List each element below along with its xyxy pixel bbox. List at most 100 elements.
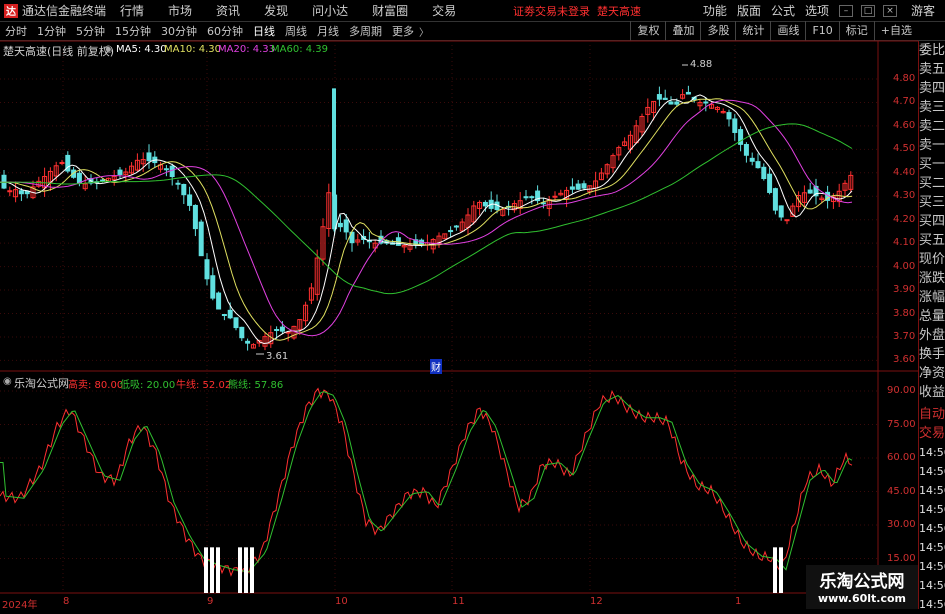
candle-body bbox=[332, 88, 336, 197]
price-tick-label: 4.40 bbox=[893, 166, 916, 178]
buy-signal-bar bbox=[250, 547, 254, 593]
candle-body bbox=[523, 196, 529, 199]
candle-body bbox=[227, 309, 233, 319]
candle-body bbox=[749, 157, 755, 162]
candle-body bbox=[192, 204, 198, 230]
candle-body bbox=[210, 275, 216, 299]
indicator-toggle-icon[interactable]: ◉ bbox=[3, 376, 12, 387]
candle-body bbox=[146, 152, 152, 162]
price-tick-label: 3.90 bbox=[893, 284, 916, 296]
candle-body bbox=[772, 188, 778, 211]
date-axis-label: 12 bbox=[590, 596, 603, 607]
candle-body bbox=[274, 329, 280, 332]
candle-body bbox=[453, 225, 459, 228]
candle-body bbox=[169, 165, 175, 178]
chart-title: 楚天高速(日线 前复权) bbox=[3, 45, 115, 58]
quote-field-label: 买四 bbox=[919, 214, 945, 229]
finance-marker[interactable]: 财 bbox=[430, 359, 442, 374]
buy-signal-bar bbox=[773, 547, 777, 593]
candle-body bbox=[784, 219, 790, 222]
indicator-label-buy: 低吸: 20.00 bbox=[120, 380, 176, 391]
candle-body bbox=[581, 183, 587, 189]
tick-time-label: 14:56 bbox=[919, 598, 945, 611]
quote-field-label: 卖一 bbox=[919, 138, 945, 153]
candle-body bbox=[575, 183, 581, 190]
candle-body bbox=[482, 201, 488, 207]
ma20-label: MA20: 4.33 bbox=[218, 44, 276, 55]
candle-body bbox=[245, 340, 251, 344]
buy-signal-bar bbox=[216, 547, 220, 593]
candle-body bbox=[18, 190, 24, 195]
bear-line bbox=[0, 391, 853, 573]
indicator-tick-label: 45.00 bbox=[887, 485, 916, 497]
ma5-label: MA5: 4.30 bbox=[116, 44, 167, 55]
quote-field-label: 收益 bbox=[919, 385, 945, 400]
price-tick-label: 4.20 bbox=[893, 213, 916, 225]
tick-time-label: 14:56 bbox=[919, 446, 945, 459]
quote-field-label: 卖四 bbox=[919, 81, 945, 96]
auto-trade-label[interactable]: 自动 bbox=[919, 405, 945, 424]
quote-field-label: 买二 bbox=[919, 176, 945, 191]
date-axis-label: 8 bbox=[63, 596, 70, 607]
candle-body bbox=[7, 190, 13, 193]
quote-field-label: 净资 bbox=[919, 366, 945, 381]
bull-line bbox=[0, 387, 853, 579]
candle-body bbox=[807, 189, 813, 194]
candle-body bbox=[100, 179, 106, 182]
quote-field-label: 换手 bbox=[919, 347, 945, 362]
candle-body bbox=[175, 182, 181, 185]
quote-field-label: 涨幅 bbox=[919, 290, 945, 305]
price-tick-label: 3.60 bbox=[893, 354, 916, 366]
quote-field-label: 买五 bbox=[919, 233, 945, 248]
candle-body bbox=[216, 292, 222, 310]
candle-body bbox=[732, 118, 738, 133]
tick-time-label: 14:56 bbox=[919, 541, 945, 554]
ma10-label: MA10: 4.30 bbox=[164, 44, 222, 55]
candle-body bbox=[239, 326, 245, 339]
candle-body bbox=[685, 91, 691, 95]
price-tick-label: 3.80 bbox=[893, 307, 916, 319]
ma-toggle-icon[interactable]: ◉ bbox=[104, 44, 113, 55]
price-tick-label: 3.70 bbox=[893, 330, 916, 342]
tick-time-label: 14:56 bbox=[919, 503, 945, 516]
indicator-label-sell: 高卖: 80.00 bbox=[68, 380, 124, 391]
candle-body bbox=[337, 222, 343, 228]
candle-body bbox=[743, 143, 749, 156]
auto-trade-label[interactable]: 交易 bbox=[919, 424, 945, 443]
date-axis-label: 1 bbox=[735, 596, 742, 607]
indicator-tick-label: 75.00 bbox=[887, 418, 916, 430]
candle-body bbox=[703, 101, 709, 104]
candle-body bbox=[198, 221, 204, 257]
candle-body bbox=[343, 219, 349, 233]
candle-body bbox=[163, 168, 169, 171]
price-tick-label: 4.60 bbox=[893, 119, 916, 131]
candle-body bbox=[529, 196, 535, 199]
watermark-logo: 乐淘公式网 www.60lt.com bbox=[806, 565, 918, 609]
watermark-url: www.60lt.com bbox=[817, 592, 907, 605]
candle-body bbox=[662, 97, 668, 100]
kline-chart[interactable] bbox=[0, 0, 918, 609]
tick-time-label: 14:56 bbox=[919, 560, 945, 573]
candle-body bbox=[778, 205, 784, 218]
price-tick-label: 4.30 bbox=[893, 190, 916, 202]
candle-body bbox=[279, 326, 285, 332]
candle-body bbox=[24, 190, 30, 195]
price-tick-label: 4.70 bbox=[893, 96, 916, 108]
candle-body bbox=[755, 161, 761, 169]
high-price-label: 4.88 bbox=[690, 59, 713, 70]
quote-panel: 委比 卖五 卖四 卖三 卖二 卖一 买一 买二 买三 买四 买五 现价 涨跌 涨幅 总量 外盘 换手 净资 收益 自动… bbox=[918, 41, 945, 611]
tick-time-label: 14:56 bbox=[919, 579, 945, 592]
price-tick-label: 4.50 bbox=[893, 143, 916, 155]
date-axis-label: 10 bbox=[335, 596, 348, 607]
indicator-label-bear: 熊线: 57.86 bbox=[228, 380, 284, 391]
tick-time-label: 14:56 bbox=[919, 522, 945, 535]
tick-time-label: 14:56 bbox=[919, 484, 945, 497]
candle-body bbox=[76, 172, 82, 184]
quote-field-label: 买一 bbox=[919, 157, 945, 172]
quote-field-label: 现价 bbox=[919, 252, 945, 267]
candle-body bbox=[656, 94, 662, 100]
indicator-tick-label: 30.00 bbox=[887, 519, 916, 530]
candle-body bbox=[1, 174, 7, 189]
watermark-title: 乐淘公式网 bbox=[819, 572, 905, 592]
buy-signal-bar bbox=[779, 547, 783, 593]
